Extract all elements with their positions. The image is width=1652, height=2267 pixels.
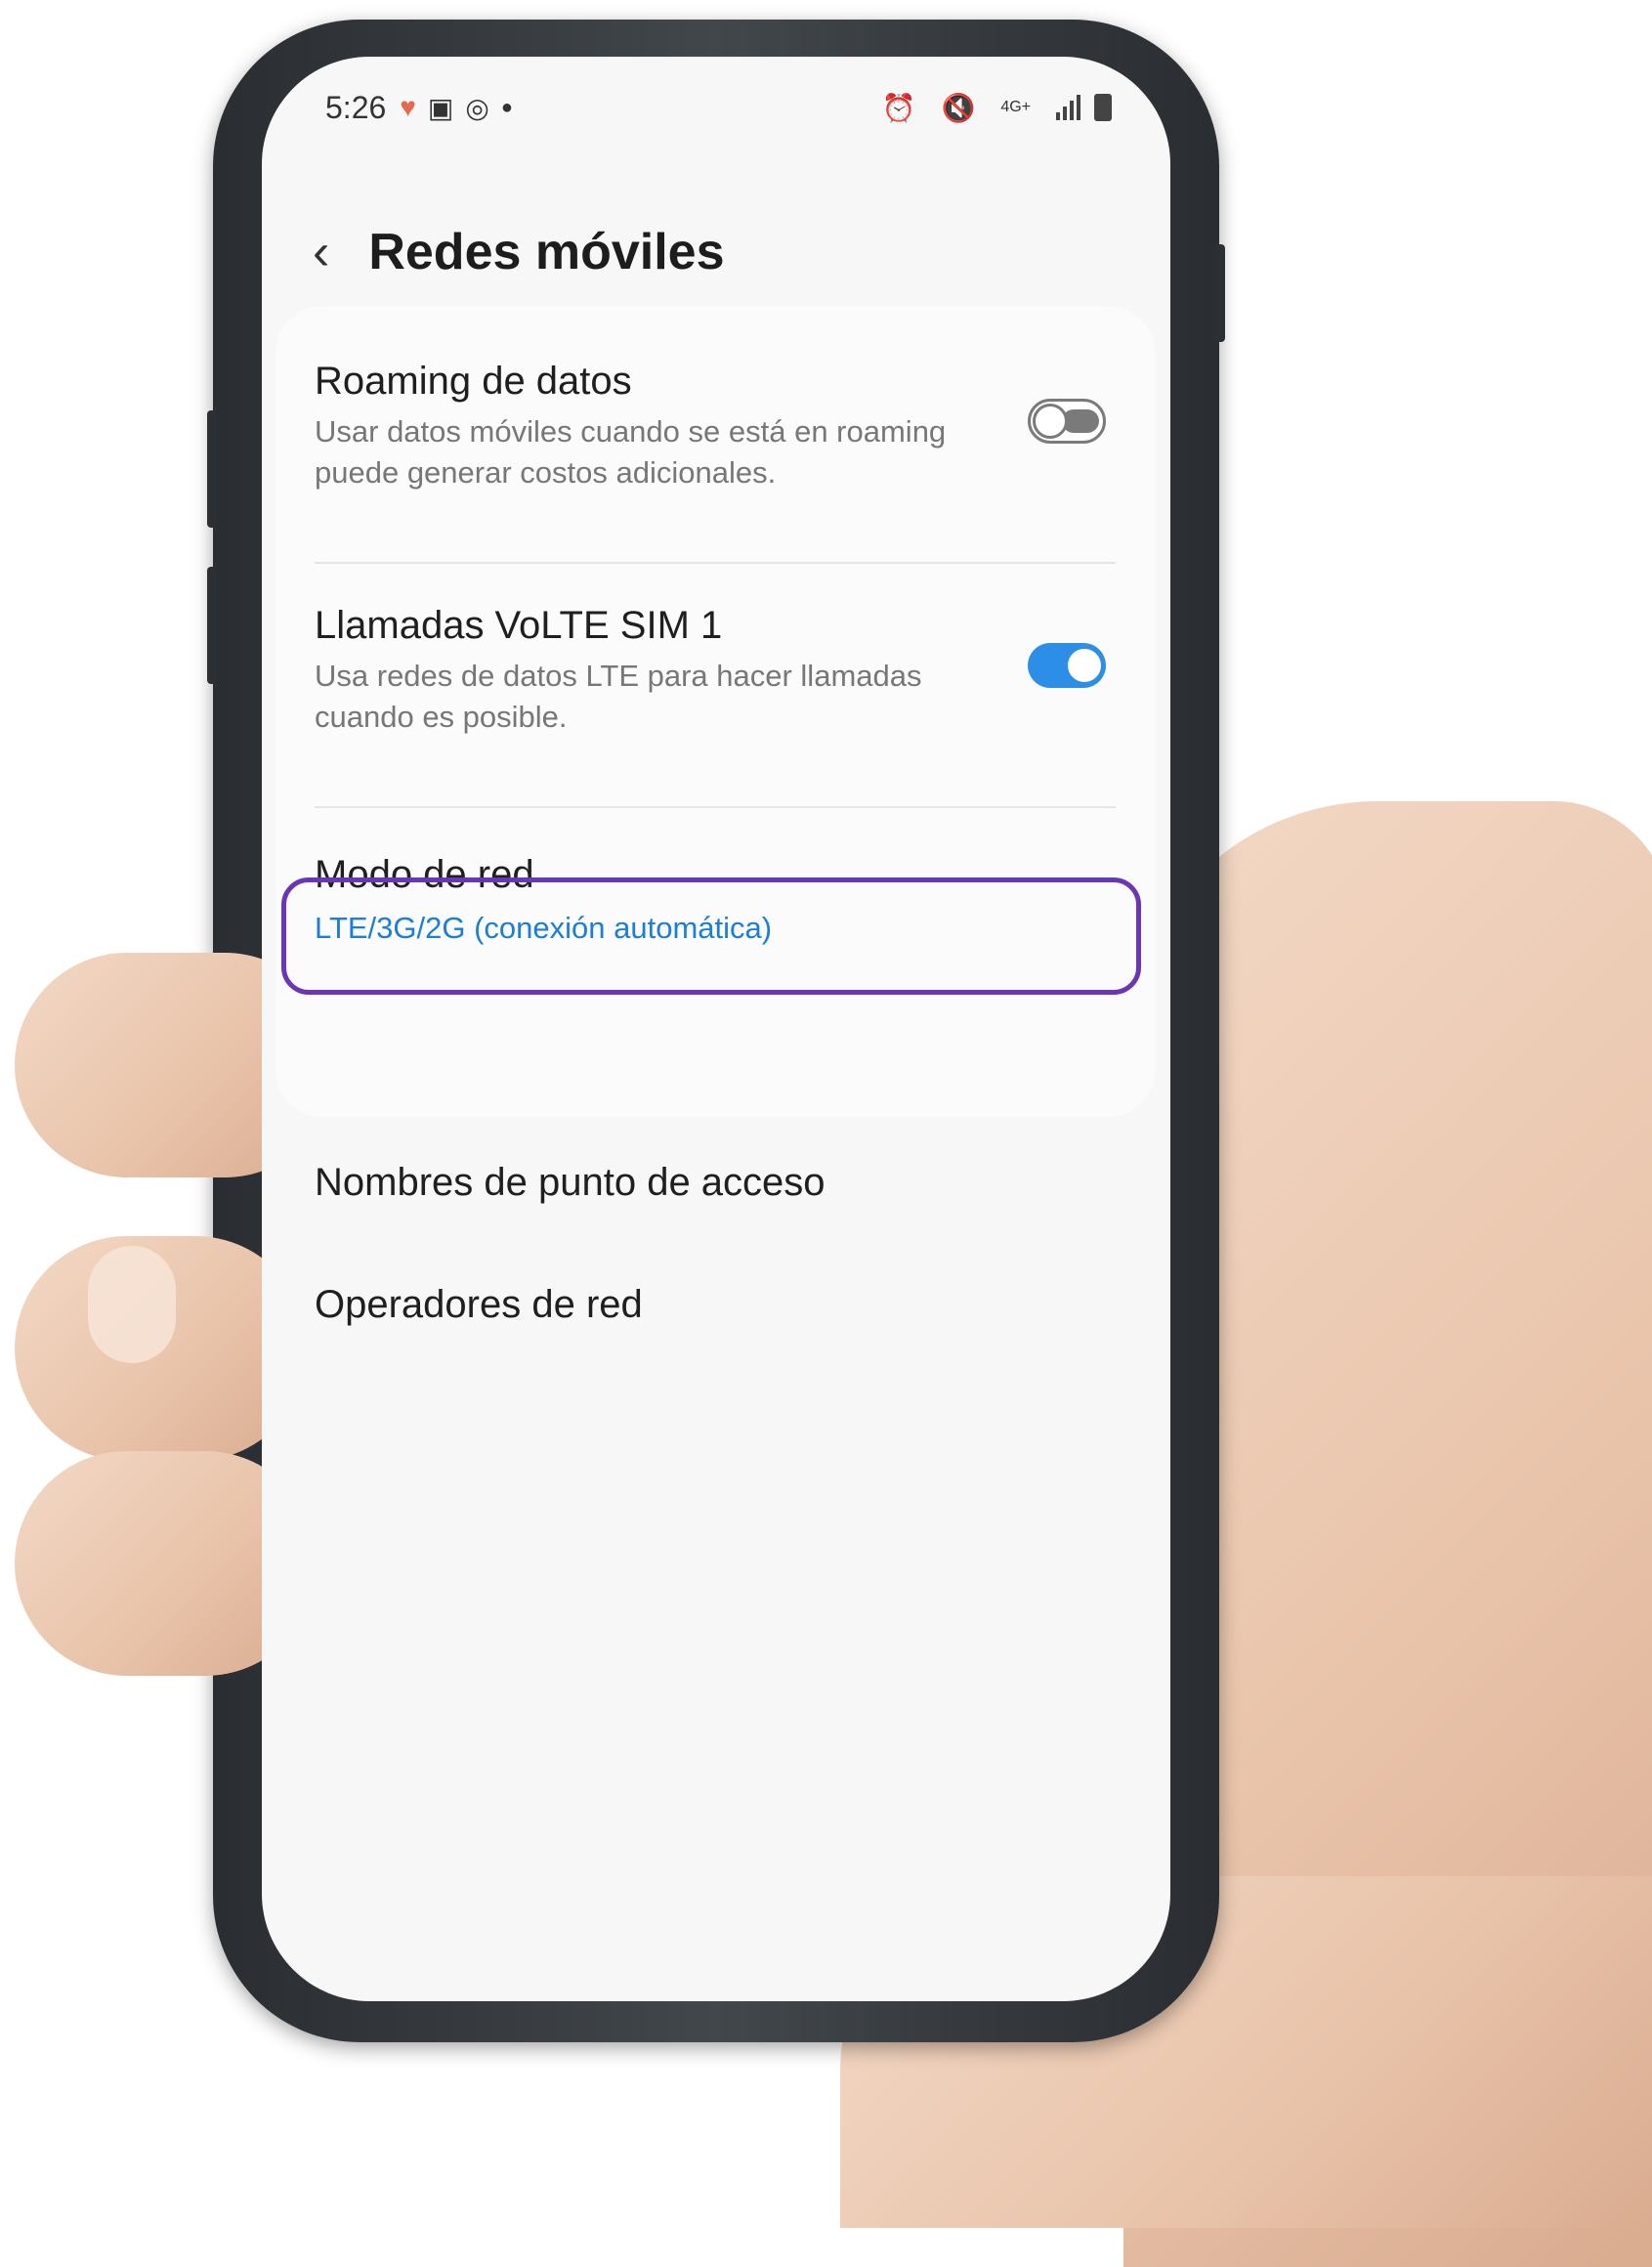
phone-side-button [207,410,217,528]
status-time: 5:26 [325,89,387,125]
volte-toggle[interactable] [1028,643,1106,688]
setting-roaming-subtitle-line1: Usar datos móviles cuando se está en roa… [315,414,947,449]
setting-roaming-title: Roaming de datos [315,360,632,403]
divider [315,562,1116,564]
settings-card: Roaming de datos Usar datos móviles cuan… [275,306,1155,1326]
status-bar: 5:26 ♥ ▣ ◎ ● ⏰ 🔇 4G+ [325,78,1112,137]
dot-icon: ● [500,96,513,118]
app-header: ‹ Redes móviles [313,223,725,281]
phone-screen: 5:26 ♥ ▣ ◎ ● ⏰ 🔇 4G+ ‹ Redes móviles Roa… [262,57,1170,2001]
setting-operators[interactable]: Operadores de red [315,1283,1116,1327]
setting-volte-subtitle: Usa redes de datos LTE para hacer llamad… [315,656,1116,738]
toggle-knob [1033,404,1068,439]
setting-apn-title: Nombres de punto de acceso [315,1161,826,1204]
setting-volte[interactable]: Llamadas VoLTE SIM 1 Usa redes de datos … [315,604,1116,738]
network-4g-icon: 4G+ [1000,99,1031,115]
phone-power-button [1215,244,1225,342]
setting-operators-title: Operadores de red [315,1283,643,1326]
phone-side-button [207,567,217,684]
toggle-knob [1065,646,1104,685]
page-title: Redes móviles [368,224,725,280]
setting-roaming-subtitle-line2: puede generar costos adicionales. [315,455,777,490]
apn-highlight-box [281,877,1141,995]
setting-roaming-subtitle: Usar datos móviles cuando se está en roa… [315,411,1116,493]
back-arrow-icon[interactable]: ‹ [313,227,329,278]
whatsapp-icon: ◎ [465,92,489,123]
setting-volte-title: Llamadas VoLTE SIM 1 [315,604,723,647]
signal-icon [1056,95,1080,120]
gallery-icon: ▣ [427,92,454,123]
alarm-icon: ⏰ [881,92,916,123]
setting-volte-subtitle-line1: Usa redes de datos LTE para hacer llamad… [315,659,922,693]
setting-roaming[interactable]: Roaming de datos Usar datos móviles cuan… [315,360,1116,493]
roaming-toggle[interactable] [1028,399,1106,444]
battery-icon [1094,94,1112,121]
thumb-nail [88,1246,176,1363]
mute-icon: 🔇 [941,92,976,123]
setting-volte-subtitle-line2: cuando es posible. [315,700,568,734]
divider [315,806,1116,808]
heart-icon: ♥ [400,92,416,122]
setting-apn[interactable]: Nombres de punto de acceso [315,1161,1116,1205]
